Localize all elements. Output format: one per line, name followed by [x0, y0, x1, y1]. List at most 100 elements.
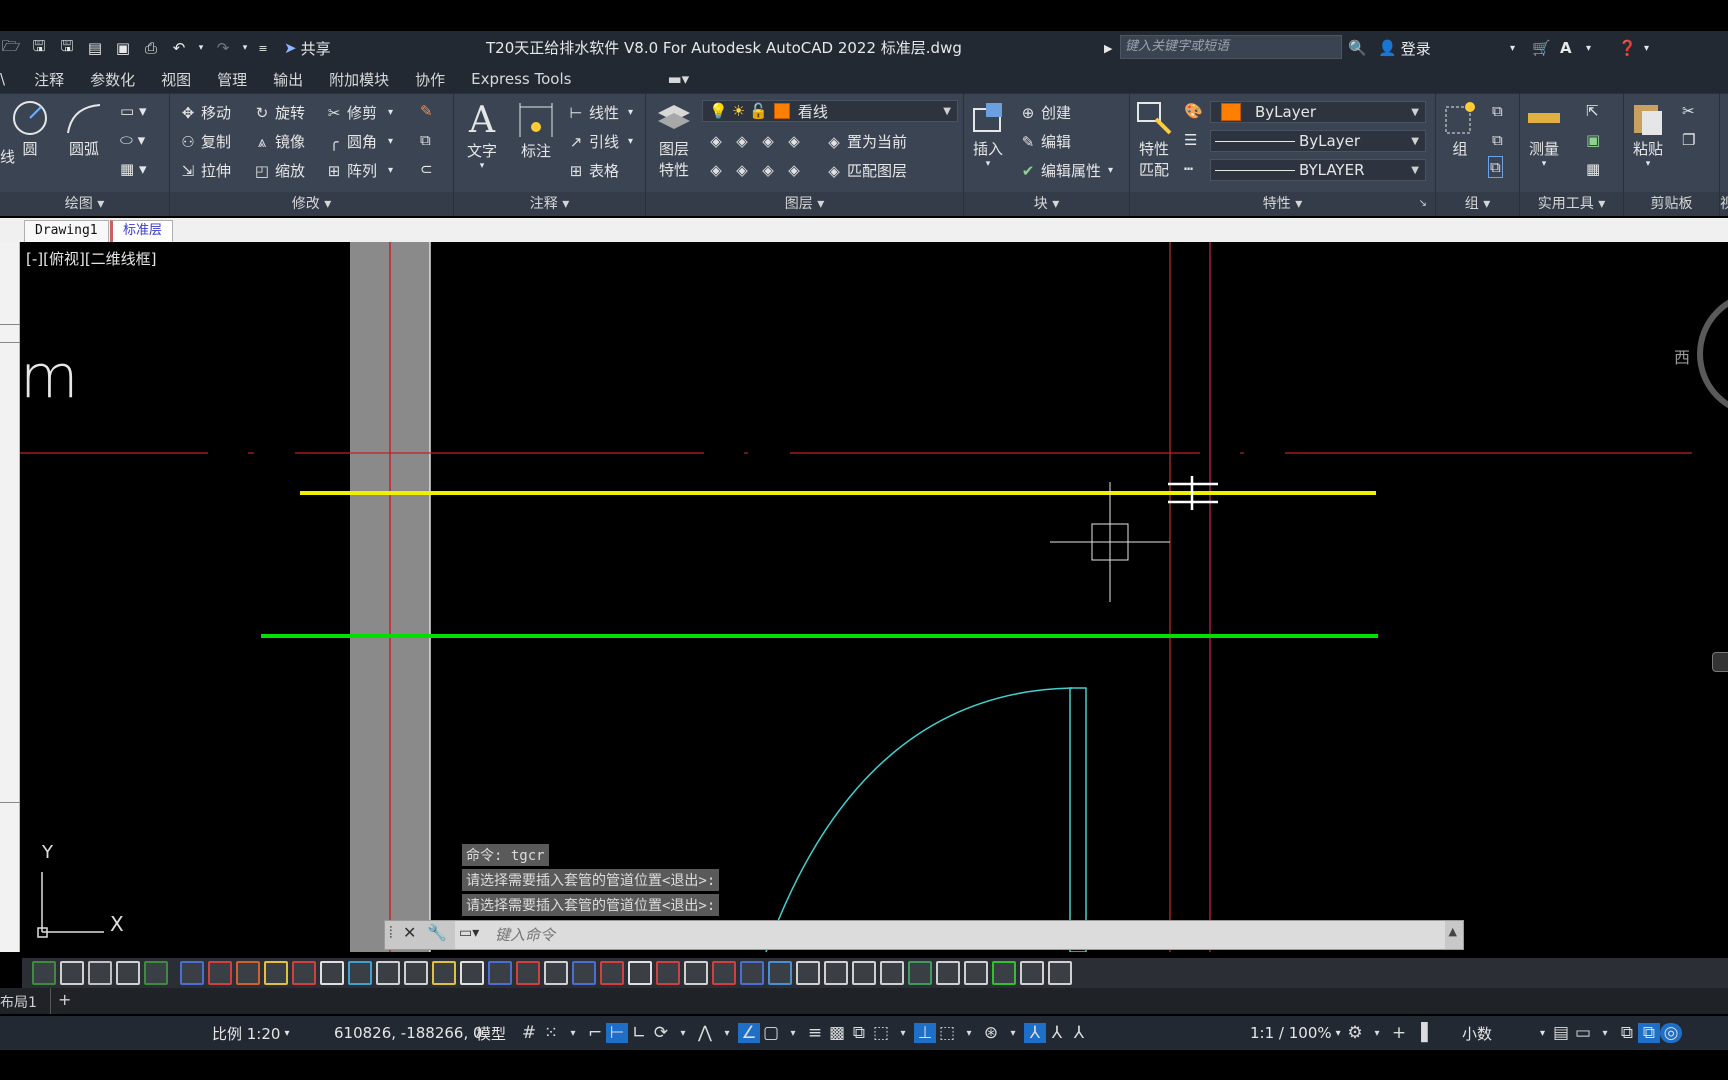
workspace-gear-icon[interactable]: ⚙ — [1344, 1023, 1366, 1043]
scale-selector[interactable]: 比例 1:20 ▾ — [212, 1016, 289, 1050]
edit-attributes-button[interactable]: ✔ 编辑属性 ▾ — [1018, 160, 1113, 181]
layer-lock-icon[interactable]: ◈ — [784, 131, 804, 151]
calculator-icon[interactable]: ▦ — [1586, 160, 1600, 178]
leader-button[interactable]: ↗ 引线 ▾ — [566, 131, 633, 152]
cut-icon[interactable]: ✂ — [1682, 102, 1695, 120]
layer-off-icon[interactable]: ◈ — [706, 131, 726, 151]
viewport-controls-label[interactable]: [-][俯视][二维线框] — [26, 248, 157, 269]
annotation-monitor-icon[interactable]: + — [1388, 1023, 1410, 1043]
group-edit-icon[interactable]: ⧉ — [1492, 131, 1503, 149]
tianzheng-command-icon[interactable] — [292, 961, 316, 985]
gizmo-icon[interactable]: ⊛ — [980, 1023, 1002, 1043]
panel-title-draw[interactable]: 绘图 ▾ — [0, 192, 169, 216]
cart-icon[interactable]: 🛒 — [1532, 31, 1551, 65]
panel-title-groups[interactable]: 组 ▾ — [1436, 192, 1519, 216]
tianzheng-command-icon[interactable] — [796, 961, 820, 985]
tianzheng-command-icon[interactable] — [600, 961, 624, 985]
tab-parametric[interactable]: 参数化 — [77, 69, 148, 90]
panel-title-block[interactable]: 块 ▾ — [964, 192, 1129, 216]
add-layout-button[interactable]: + — [58, 990, 71, 1009]
gizmo-dropdown-icon[interactable]: ▾ — [1002, 1028, 1024, 1039]
drawing-canvas[interactable]: [-][俯视][二维线框] m Y X 西 命令: tgcr 请选择需要插入套管… — [20, 242, 1728, 952]
tianzheng-command-icon[interactable] — [684, 961, 708, 985]
command-history-toggle-icon[interactable]: ▲ — [1449, 925, 1457, 938]
tianzheng-command-icon[interactable] — [236, 961, 260, 985]
dynamic-input-icon[interactable]: ⊢ — [606, 1023, 628, 1043]
tab-annotate[interactable]: 注释 — [21, 69, 77, 90]
grid-icon[interactable]: # — [518, 1023, 540, 1043]
tianzheng-command-icon[interactable] — [404, 961, 428, 985]
wrench-icon[interactable]: 🔧 — [427, 923, 447, 942]
redo-dropdown-icon[interactable]: ▾ — [240, 37, 250, 59]
annotation-scale-icon[interactable]: ⅄ — [1068, 1023, 1090, 1043]
lineweight-icon[interactable]: ☰ — [1184, 131, 1197, 149]
circle-button[interactable]: 圆 — [10, 98, 50, 159]
tianzheng-command-icon[interactable] — [712, 961, 736, 985]
transparency-icon[interactable]: ▩ — [826, 1023, 848, 1043]
tianzheng-command-icon[interactable] — [1048, 961, 1072, 985]
help-icon[interactable]: ❓ — [1618, 31, 1637, 65]
group-button[interactable]: 组 — [1440, 98, 1480, 159]
tianzheng-command-icon[interactable] — [880, 961, 904, 985]
doc-tab-drawing1[interactable]: Drawing1 — [24, 220, 109, 242]
layer-thaw-icon[interactable]: ◈ — [758, 160, 778, 180]
set-current-button[interactable]: ◈ 置为当前 — [824, 131, 907, 152]
help-dropdown-icon[interactable]: ▾ — [1644, 31, 1649, 65]
viewcube-ring[interactable] — [1697, 294, 1728, 414]
web-mobile-open-icon[interactable]: ▤ — [84, 37, 106, 59]
panel-title-annotation[interactable]: 注释 ▾ — [454, 192, 645, 216]
select-all-icon[interactable]: ▣ — [1586, 131, 1600, 149]
polar-dropdown-icon[interactable]: ▾ — [672, 1028, 694, 1039]
move-button[interactable]: ✥ 移动 — [178, 102, 231, 123]
copy-button[interactable]: ⚇ 复制 — [178, 131, 231, 152]
object-snap-icon[interactable]: ▢ — [760, 1023, 782, 1043]
tianzheng-command-icon[interactable] — [1020, 961, 1044, 985]
clean-screen-icon[interactable]: ⧉ — [1638, 1023, 1660, 1043]
array-button[interactable]: ⊞ 阵列 ▾ — [324, 160, 393, 181]
lineweight-dropdown[interactable]: BYLAYER ▼ — [1210, 159, 1426, 181]
tianzheng-command-icon[interactable] — [320, 961, 344, 985]
wcs-badge[interactable] — [1712, 652, 1728, 672]
fillet-button[interactable]: ╭ 圆角 ▾ — [324, 131, 393, 152]
stretch-button[interactable]: ⇲ 拉伸 — [178, 160, 231, 181]
a360-dropdown-icon[interactable]: ▾ — [1586, 31, 1591, 65]
tianzheng-command-icon[interactable] — [656, 961, 680, 985]
tianzheng-command-icon[interactable] — [432, 961, 456, 985]
3d-osnap-icon[interactable]: ⬚ — [870, 1023, 892, 1043]
save-as-icon[interactable]: 🖫 — [56, 37, 78, 59]
tianzheng-command-icon[interactable] — [572, 961, 596, 985]
tianzheng-command-icon[interactable] — [32, 961, 56, 985]
units-selector[interactable]: 小数 ▾ — [1462, 1016, 1545, 1050]
3d-osnap-dropdown-icon[interactable]: ▾ — [892, 1028, 914, 1039]
tianzheng-command-icon[interactable] — [964, 961, 988, 985]
quick-properties-icon[interactable]: ▤ — [1550, 1023, 1572, 1043]
tab-collaborate[interactable]: 协作 — [402, 69, 458, 90]
coordinates-display[interactable]: 610826, -188266, 0 — [334, 1016, 483, 1050]
auto-scale-icon[interactable]: ⅄ — [1046, 1023, 1068, 1043]
workspace-dropdown-icon[interactable]: ▾ — [1366, 1028, 1388, 1039]
offset-icon[interactable]: ⊂ — [420, 160, 433, 178]
paste-button[interactable]: 粘贴 ▾ — [1628, 98, 1668, 169]
layer-freeze-icon[interactable]: ◈ — [758, 131, 778, 151]
dimension-button[interactable]: 标注 — [516, 100, 556, 161]
scale-button[interactable]: ◰ 缩放 — [252, 160, 305, 181]
mirror-button[interactable]: ⩓ 镜像 — [252, 131, 305, 152]
annotation-visibility-icon[interactable]: ⅄ — [1024, 1023, 1046, 1043]
measure-button[interactable]: 测量 ▾ — [1524, 98, 1564, 169]
tab-previous-edge[interactable]: \ — [0, 70, 21, 88]
layer-unisolate-icon[interactable]: ◈ — [732, 160, 752, 180]
left-tool-palette-strip[interactable] — [0, 242, 20, 952]
lineweight-display-icon[interactable]: ≡ — [804, 1023, 826, 1043]
ellipse-icon[interactable]: ⬭ ▾ — [120, 131, 145, 149]
selection-filter-dropdown-icon[interactable]: ▾ — [958, 1028, 980, 1039]
command-prompt-icon[interactable]: ▭▾ — [459, 925, 479, 941]
trim-button[interactable]: ✂ 修剪 ▾ — [324, 102, 393, 123]
search-expand-icon[interactable]: ▶ — [1104, 31, 1112, 65]
tianzheng-command-icon[interactable] — [544, 961, 568, 985]
match-layer-button[interactable]: ◈ 匹配图层 — [824, 160, 907, 181]
match-properties-button[interactable]: 特性 匹配 — [1134, 98, 1174, 180]
tianzheng-command-icon[interactable] — [116, 961, 140, 985]
isodraft-dropdown-icon[interactable]: ▾ — [716, 1028, 738, 1039]
units-icon[interactable]: ▐ — [1410, 1023, 1432, 1043]
panel-title-modify[interactable]: 修改 ▾ — [170, 192, 453, 216]
